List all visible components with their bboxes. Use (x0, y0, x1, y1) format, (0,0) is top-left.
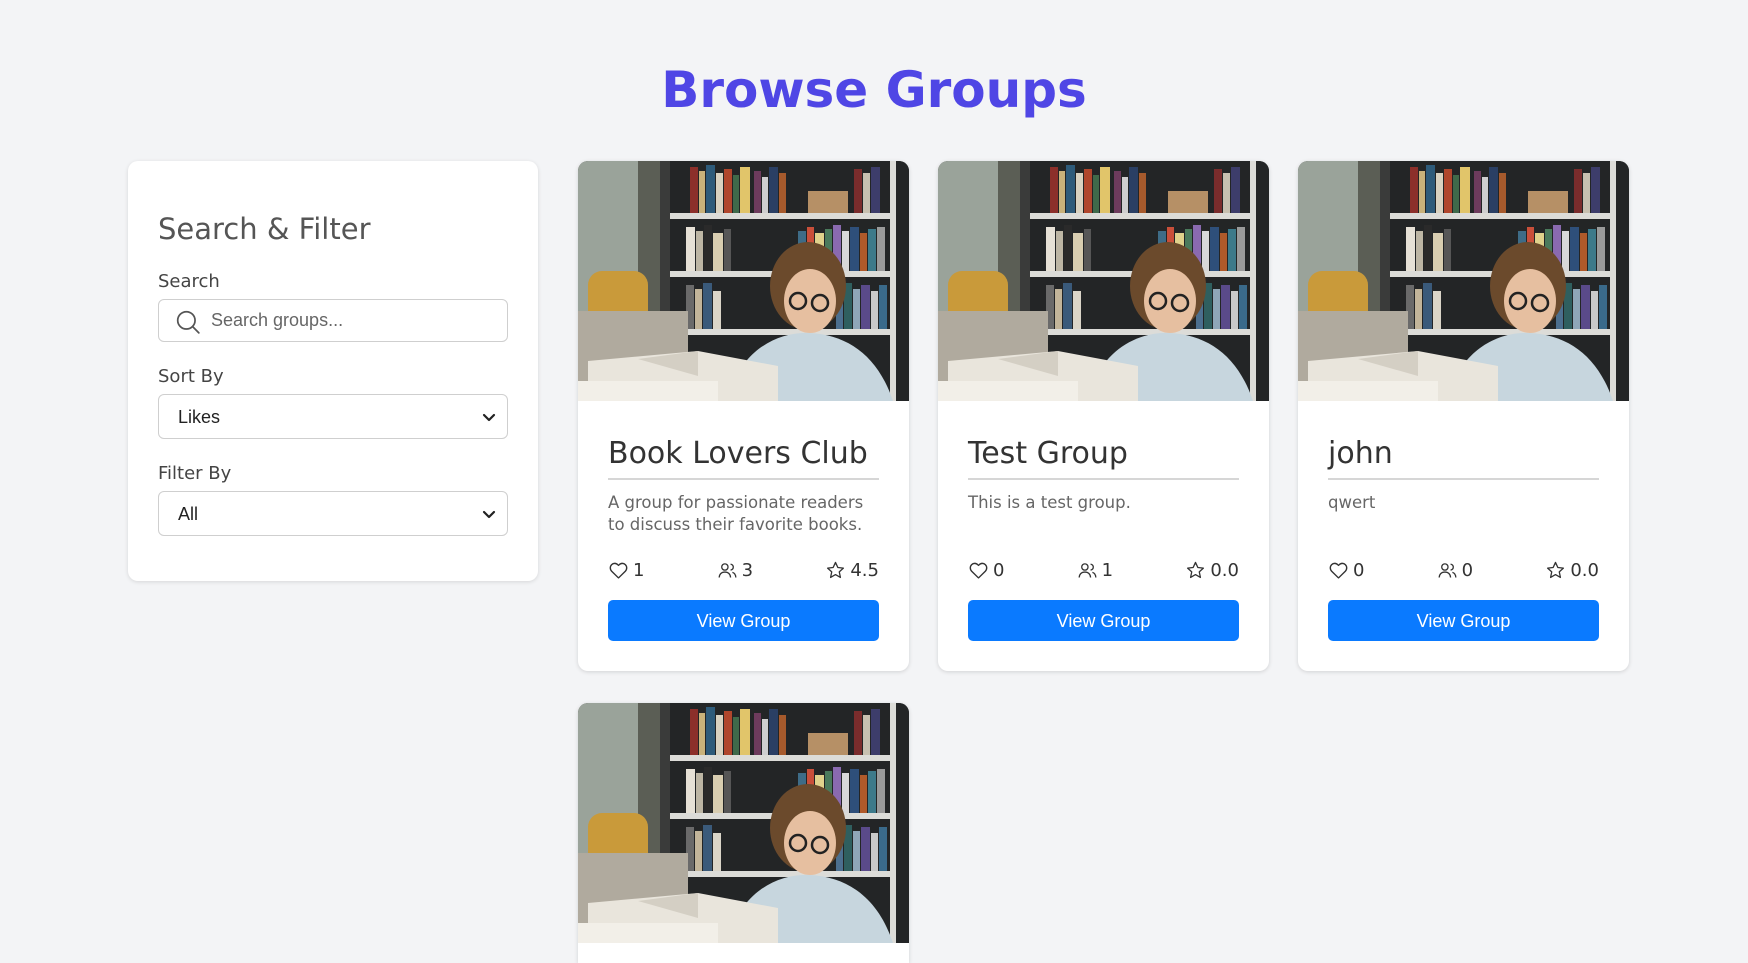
star-icon (1185, 560, 1206, 581)
members-stat: 0 (1437, 560, 1473, 581)
likes-count: 0 (1353, 559, 1365, 581)
group-description: This is a test group. (968, 493, 1131, 512)
sort-by-label: Sort By (158, 366, 224, 387)
group-name: Test Group (968, 434, 1239, 480)
likes-stat[interactable]: 0 (1328, 560, 1364, 581)
heart-icon (968, 560, 989, 581)
likes-count: 1 (633, 559, 645, 581)
likes-stat[interactable]: 0 (968, 560, 1004, 581)
star-icon (825, 560, 846, 581)
heart-icon (608, 560, 629, 581)
rating-stat: 4.5 (825, 560, 879, 581)
search-filter-title: Search & Filter (158, 212, 371, 246)
group-stats: 0 1 0.0 (968, 558, 1239, 582)
filter-by-value: All (178, 504, 199, 524)
users-icon (1437, 560, 1458, 581)
chevron-down-icon (482, 413, 496, 422)
rating-stat: 0.0 (1185, 560, 1239, 581)
users-icon (1077, 560, 1098, 581)
rating-value: 0.0 (1210, 559, 1239, 581)
sort-by-value: Likes (178, 407, 221, 427)
rating-value: 4.5 (850, 559, 879, 581)
group-name: Book Lovers Club (608, 434, 879, 480)
search-field[interactable] (158, 299, 508, 342)
view-group-button[interactable]: View Group (968, 600, 1239, 641)
users-icon (717, 560, 738, 581)
group-card: john qwert 0 0 0.0 View Group (1298, 161, 1629, 671)
group-cover-image (938, 161, 1269, 401)
search-label: Search (158, 271, 220, 292)
group-description: A group for passionate readers to discus… (608, 493, 864, 534)
group-card (578, 703, 909, 963)
group-card: Test Group This is a test group. 0 1 0.0… (938, 161, 1269, 671)
group-cover-image (1298, 161, 1629, 401)
members-count: 1 (1101, 559, 1114, 581)
filter-by-label: Filter By (158, 463, 232, 484)
filter-by-select[interactable]: All (158, 491, 508, 536)
group-stats: 1 3 4.5 (608, 558, 879, 582)
group-name: john (1328, 434, 1599, 480)
group-cover-image (578, 703, 909, 943)
group-description: qwert (1328, 493, 1376, 512)
rating-value: 0.0 (1570, 559, 1599, 581)
search-icon (176, 310, 200, 334)
heart-icon (1328, 560, 1349, 581)
sort-by-select[interactable]: Likes (158, 394, 508, 439)
chevron-down-icon (482, 510, 496, 519)
members-count: 3 (741, 559, 754, 581)
members-stat: 1 (1077, 560, 1113, 581)
likes-count: 0 (993, 559, 1005, 581)
search-input[interactable] (209, 300, 499, 341)
rating-stat: 0.0 (1545, 560, 1599, 581)
page-title: Browse Groups (661, 61, 1087, 119)
members-stat: 3 (717, 560, 753, 581)
group-card: Book Lovers Club A group for passionate … (578, 161, 909, 671)
search-filter-panel: Search & Filter Search Sort By Likes Fil… (128, 161, 538, 581)
group-stats: 0 0 0.0 (1328, 558, 1599, 582)
members-count: 0 (1461, 559, 1474, 581)
view-group-button[interactable]: View Group (608, 600, 879, 641)
group-cover-image (578, 161, 909, 401)
star-icon (1545, 560, 1566, 581)
likes-stat[interactable]: 1 (608, 560, 644, 581)
view-group-button[interactable]: View Group (1328, 600, 1599, 641)
